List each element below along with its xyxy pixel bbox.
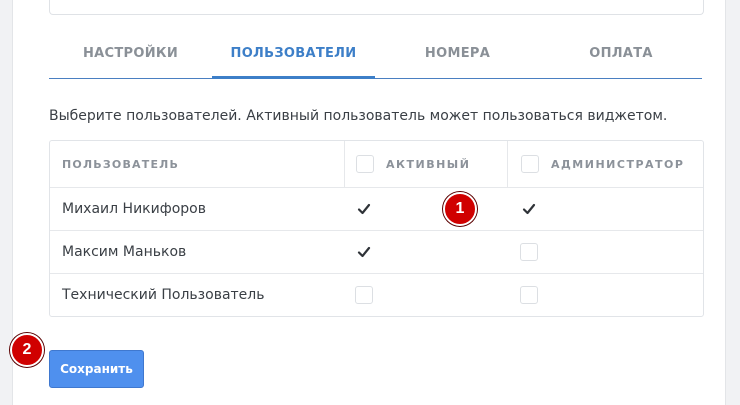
table-row: Технический Пользователь <box>50 273 703 316</box>
annotation-badge-1: 1 <box>443 192 477 226</box>
save-button[interactable]: Сохранить <box>49 350 144 388</box>
header-active: АКТИВНЫЙ <box>386 157 471 171</box>
checkmark-icon <box>357 246 371 258</box>
header-admin-cell: АДМИНИСТРАТОР <box>507 141 703 187</box>
active-checkbox[interactable] <box>355 243 373 261</box>
checkmark-icon <box>522 203 536 215</box>
table-row: Михаил Никифоров <box>50 187 703 230</box>
user-name: Михаил Никифоров <box>62 201 206 217</box>
admin-checkbox[interactable] <box>520 200 538 218</box>
admin-checkbox[interactable] <box>520 243 538 261</box>
users-table: ПОЛЬЗОВАТЕЛЬ АКТИВНЫЙ АДМИНИСТРАТОР Миха… <box>49 140 704 317</box>
annotation-badge-2: 2 <box>10 333 44 367</box>
select-all-active-checkbox[interactable] <box>356 155 374 173</box>
header-user: ПОЛЬЗОВАТЕЛЬ <box>62 157 180 171</box>
checkmark-icon <box>357 203 371 215</box>
user-name: Технический Пользователь <box>62 287 265 303</box>
header-admin: АДМИНИСТРАТОР <box>551 157 685 171</box>
tab-payment[interactable]: ОПЛАТА <box>540 32 702 78</box>
tab-settings[interactable]: НАСТРОЙКИ <box>49 32 212 78</box>
admin-checkbox[interactable] <box>520 286 538 304</box>
tab-bar: НАСТРОЙКИ ПОЛЬЗОВАТЕЛИ НОМЕРА ОПЛАТА <box>49 32 702 79</box>
table-row: Максим Маньков <box>50 230 703 273</box>
page-panel: НАСТРОЙКИ ПОЛЬЗОВАТЕЛИ НОМЕРА ОПЛАТА Выб… <box>12 0 726 405</box>
user-name: Максим Маньков <box>62 244 187 260</box>
header-active-cell: АКТИВНЫЙ <box>344 141 507 187</box>
table-header-row: ПОЛЬЗОВАТЕЛЬ АКТИВНЫЙ АДМИНИСТРАТОР <box>50 141 703 187</box>
top-panel <box>49 0 704 15</box>
users-description: Выберите пользователей. Активный пользов… <box>49 108 668 124</box>
active-checkbox[interactable] <box>355 200 373 218</box>
select-all-admin-checkbox[interactable] <box>521 155 539 173</box>
tab-users[interactable]: ПОЛЬЗОВАТЕЛИ <box>212 32 375 79</box>
active-checkbox[interactable] <box>355 286 373 304</box>
tab-numbers[interactable]: НОМЕРА <box>375 32 540 78</box>
